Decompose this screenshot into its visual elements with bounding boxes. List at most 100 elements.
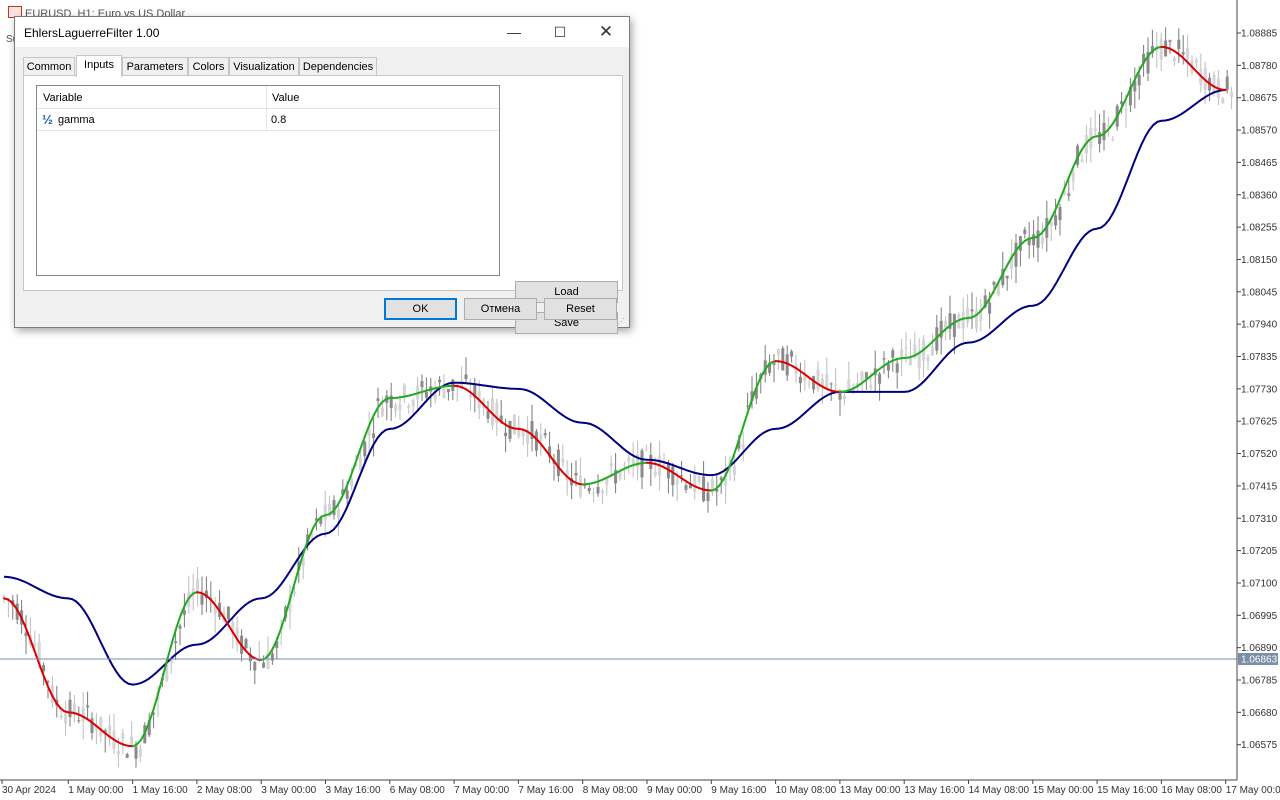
candle-body — [1221, 98, 1225, 104]
candle-body — [627, 457, 631, 462]
candle-body — [644, 449, 648, 451]
candle-body — [741, 444, 745, 449]
candle-body — [442, 388, 446, 398]
candle-body — [358, 456, 362, 471]
candle-body — [671, 466, 675, 486]
candle-body — [798, 376, 802, 384]
time-tick-label: 13 May 16:00 — [904, 785, 965, 796]
column-divider[interactable] — [266, 86, 267, 108]
time-tick-label: 8 May 08:00 — [583, 785, 638, 796]
time-tick-label: 1 May 16:00 — [133, 785, 188, 796]
laguerre-filter-segment — [1003, 261, 1010, 272]
candle-body — [196, 578, 200, 591]
laguerre-filter-segment — [280, 614, 287, 629]
price-tick-label: 1.06995 — [1241, 611, 1278, 622]
candle-body — [1032, 234, 1036, 246]
maximize-icon[interactable]: ☐ — [537, 17, 583, 47]
candle-body — [86, 705, 90, 708]
fraction-icon: ½ — [42, 112, 53, 127]
candle-body — [820, 378, 824, 386]
candle-body — [424, 391, 428, 398]
price-tick-label: 1.06785 — [1241, 676, 1278, 687]
candle-body — [908, 357, 912, 366]
time-tick-label: 3 May 00:00 — [261, 785, 316, 796]
candle-body — [1058, 206, 1062, 221]
candle-body — [842, 395, 846, 400]
candle-body — [816, 369, 820, 389]
table-row[interactable]: ½ gamma 0.8 — [37, 109, 499, 131]
column-header-value[interactable]: Value — [272, 92, 299, 104]
candle-body — [138, 748, 142, 757]
time-tick-label: 16 May 08:00 — [1161, 785, 1222, 796]
tab-visualization[interactable]: Visualization — [229, 57, 299, 76]
candle-body — [556, 449, 560, 476]
tab-inputs[interactable]: Inputs — [76, 55, 122, 77]
candle-body — [262, 662, 266, 668]
column-header-variable[interactable]: Variable — [43, 92, 83, 104]
candle-body — [543, 433, 547, 436]
tab-common[interactable]: Common — [23, 57, 75, 76]
price-tick-label: 1.07835 — [1241, 352, 1278, 363]
price-tick-label: 1.07415 — [1241, 481, 1278, 492]
candle-body — [1186, 48, 1190, 59]
tab-colors[interactable]: Colors — [188, 57, 229, 76]
candle-body — [411, 400, 415, 407]
price-tick-label: 1.06575 — [1241, 740, 1278, 751]
candle-body — [394, 405, 398, 412]
candle-body — [372, 433, 376, 438]
dialog-titlebar[interactable]: EhlersLaguerreFilter 1.00 — ☐ ✕ — [15, 17, 629, 47]
candle-body — [596, 486, 600, 494]
candle-body — [693, 472, 697, 492]
candle-body — [860, 372, 864, 381]
candle-body — [904, 347, 908, 349]
candle-body — [59, 715, 63, 719]
candle-body — [825, 374, 829, 389]
candle-body — [226, 606, 230, 620]
laguerre-filter-segment — [742, 412, 749, 427]
candle-body — [77, 720, 81, 722]
time-tick-label: 7 May 16:00 — [518, 785, 573, 796]
candle-body — [574, 472, 578, 476]
candle-body — [1194, 59, 1198, 63]
candle-body — [561, 458, 565, 463]
time-tick-label: 1 May 00:00 — [68, 785, 123, 796]
candle-body — [697, 476, 701, 483]
price-tick-label: 1.08465 — [1241, 158, 1278, 169]
candle-body — [64, 713, 68, 724]
reset-button[interactable]: Reset — [544, 298, 617, 320]
candle-body — [930, 346, 934, 356]
candle-body — [578, 475, 582, 497]
variable-value[interactable]: 0.8 — [271, 114, 286, 126]
candle-body — [1071, 172, 1075, 181]
candle-body — [130, 736, 134, 745]
candle-body — [829, 383, 833, 385]
tab-parameters[interactable]: Parameters — [122, 57, 188, 76]
candle-body — [732, 466, 736, 475]
price-tick-label: 1.07310 — [1241, 514, 1278, 525]
candle-body — [350, 478, 354, 487]
ok-button[interactable]: OK — [384, 298, 457, 320]
cancel-button[interactable]: Отмена — [464, 298, 537, 320]
close-icon[interactable]: ✕ — [583, 17, 629, 47]
candle-body — [583, 485, 587, 487]
candle-body — [1168, 40, 1172, 42]
time-tick-label: 7 May 00:00 — [454, 785, 509, 796]
candle-body — [178, 625, 182, 629]
laguerre-filter-segment — [292, 572, 299, 589]
candle-body — [539, 434, 543, 442]
candle-body — [952, 314, 956, 337]
candle-body — [600, 490, 604, 494]
time-tick-label: 9 May 00:00 — [647, 785, 702, 796]
price-tick-label: 1.08255 — [1241, 223, 1278, 234]
candle-body — [270, 653, 274, 661]
candle-body — [402, 384, 406, 397]
candle-body — [605, 479, 609, 485]
tab-dependencies[interactable]: Dependencies — [299, 57, 377, 76]
minimize-icon[interactable]: — — [491, 17, 537, 47]
candle-body — [1177, 39, 1181, 49]
column-divider — [266, 109, 267, 130]
price-tick-label: 1.07100 — [1241, 578, 1278, 589]
resize-grip-icon[interactable]: ⋰ — [617, 317, 627, 326]
candle-body — [504, 432, 508, 437]
candle-body — [926, 356, 930, 362]
